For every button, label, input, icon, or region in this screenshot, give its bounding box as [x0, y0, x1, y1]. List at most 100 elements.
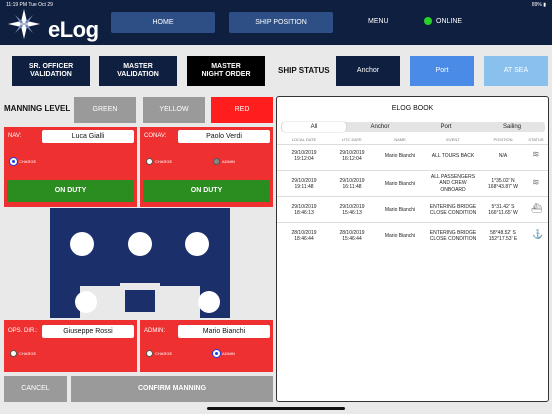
app-logo: eLog [8, 9, 128, 42]
cell-position: N/A [498, 153, 508, 159]
cell-event: ENTERING BRIDGE CLOSE CONDITION [429, 230, 477, 243]
cell-local-date: 29/10/2019 19:11:48 [291, 178, 317, 191]
nav-on-duty-button[interactable]: ON DUTY [7, 180, 134, 202]
master-night-order-button[interactable]: MASTER NIGHT ORDER [187, 56, 265, 86]
tab-sailing[interactable]: Sailing [480, 122, 544, 132]
wave-icon: ≋ [532, 177, 540, 187]
table-row[interactable]: 29/10/2019 18:46:13 29/10/2019 15:46:13 … [277, 196, 548, 222]
conav-admin-label: ADMIN [222, 159, 235, 164]
cell-event: ALL PASSENGERS AND CREW ONBOARD [430, 174, 476, 193]
conav-on-duty-button[interactable]: ON DUTY [143, 180, 270, 202]
cell-name: Mario Bianchi [384, 181, 416, 187]
anchor-button[interactable]: Anchor [336, 56, 400, 86]
tab-all[interactable]: All [282, 122, 346, 132]
table-row[interactable]: 28/10/2019 18:46:44 28/10/2019 15:46:44 … [277, 222, 548, 248]
nav-charge-label: CHARGE [19, 159, 37, 164]
app-name: eLog [48, 17, 99, 42]
cell-event: ALL TOURS BACK [431, 153, 475, 159]
status-battery: 89% ▮ [531, 2, 546, 8]
col-utc-date: UTC DATE [342, 137, 362, 142]
ship-position-button[interactable]: SHIP POSITION [229, 12, 333, 33]
elog-book-title: ELOG BOOK [391, 105, 434, 112]
manning-green-button[interactable]: GREEN [74, 97, 136, 123]
admin-label: ADMIN: [144, 328, 165, 334]
elog-filter-tabs: All Anchor Port Sailing [281, 122, 545, 132]
cell-utc-date: 29/10/2019 16:11:48 [339, 178, 365, 191]
cell-local-date: 29/10/2019 19:12:04 [291, 150, 317, 163]
position-marker[interactable] [75, 291, 97, 313]
ops-charge-label: CHARGE [19, 351, 37, 356]
conav-charge-label: CHARGE [155, 159, 173, 164]
sr-officer-validation-button[interactable]: SR. OFFICER VALIDATION [12, 56, 90, 86]
col-name: NAME [394, 137, 406, 142]
conav-admin-radio[interactable] [213, 158, 220, 165]
compass-icon [8, 9, 40, 39]
conav-charge-radio[interactable] [146, 158, 153, 165]
admin-admin-label: ADMIN [222, 351, 235, 356]
nav-label: NAV: [8, 133, 22, 139]
nav-charge-radio[interactable] [10, 158, 17, 165]
cell-event: ENTERING BRIDGE CLOSE CONDITION [429, 204, 477, 217]
table-row[interactable]: 29/10/2019 19:11:48 29/10/2019 16:11:48 … [277, 170, 548, 196]
ops-charge-radio[interactable] [10, 350, 17, 357]
cell-utc-date: 28/10/2019 15:46:44 [339, 230, 365, 243]
cell-local-date: 28/10/2019 18:46:44 [291, 230, 317, 243]
wave-icon: ≋ [532, 149, 540, 159]
status-time: 11:19 PM Tue Oct 29 [6, 2, 53, 8]
col-position: POSITION [493, 137, 513, 142]
position-marker[interactable] [198, 291, 220, 313]
battery-level: 89% [531, 2, 542, 8]
col-event: EVENT [446, 137, 460, 142]
conav-label: CONAV: [144, 133, 167, 139]
cell-position: 58°48.52' S 152°17.53' E [488, 230, 518, 243]
time: 11:19 PM [6, 2, 28, 8]
tab-port[interactable]: Port [414, 122, 478, 132]
nav-panel: NAV: Luca Gialli CHARGE ON DUTY [4, 127, 137, 207]
table-row[interactable]: 29/10/2019 19:12:04 29/10/2019 16:12:04 … [277, 144, 548, 170]
admin-name-field[interactable]: Mario Bianchi [178, 325, 270, 338]
at-sea-button[interactable]: AT SEA [484, 56, 548, 86]
ship-diagram [50, 208, 230, 318]
admin-charge-radio[interactable] [146, 350, 153, 357]
menu-button[interactable]: MENU [368, 18, 389, 25]
cancel-button[interactable]: CANCEL [4, 376, 67, 402]
manning-red-button[interactable]: RED [211, 97, 273, 123]
cell-utc-date: 29/10/2019 16:12:04 [339, 150, 365, 163]
cell-position: 5°31.42' S 166°11.65' W [488, 204, 518, 217]
col-status: STATUS [528, 137, 544, 142]
cell-name: Mario Bianchi [384, 207, 416, 213]
position-marker[interactable] [185, 232, 209, 256]
anchor-icon: ⚓ [532, 229, 544, 239]
online-status: ONLINE [436, 18, 463, 25]
admin-admin-radio[interactable] [213, 350, 220, 357]
admin-panel: ADMIN: Mario Bianchi CHARGE ADMIN [140, 320, 273, 372]
confirm-manning-button[interactable]: CONFIRM MANNING [71, 376, 273, 402]
position-marker[interactable] [70, 232, 94, 256]
top-bar: 11:19 PM Tue Oct 29 89% ▮ eLog HOME SHIP… [0, 0, 552, 45]
ship-status-label: SHIP STATUS [278, 66, 330, 75]
ops-dir-panel: OPS. DIR.: Giuseppe Rossi CHARGE [4, 320, 137, 372]
home-button[interactable]: HOME [111, 12, 215, 33]
master-validation-button[interactable]: MASTER VALIDATION [99, 56, 177, 86]
home-indicator[interactable] [207, 407, 345, 410]
ops-dir-label: OPS. DIR.: [8, 328, 38, 334]
ops-dir-name-field[interactable]: Giuseppe Rossi [42, 325, 134, 338]
tab-anchor[interactable]: Anchor [348, 122, 412, 132]
col-local-date: LOCAL DATE [291, 137, 317, 142]
admin-charge-label: CHARGE [155, 351, 173, 356]
cell-utc-date: 29/10/2019 15:46:13 [339, 204, 365, 217]
cell-position: 1°35.02' N 168°43.87' W [488, 178, 518, 191]
cell-name: Mario Bianchi [384, 233, 416, 239]
cell-local-date: 29/10/2019 18:46:13 [291, 204, 317, 217]
manning-yellow-button[interactable]: YELLOW [143, 97, 205, 123]
manning-level-label: MANNING LEVEL [4, 104, 71, 113]
cell-name: Mario Bianchi [384, 153, 416, 159]
conav-panel: CONAV: Paolo Verdi CHARGE ADMIN ON DUTY [140, 127, 273, 207]
elog-book-panel: ELOG BOOK All Anchor Port Sailing LOCAL … [276, 96, 549, 402]
ship-icon: ⛴ [531, 203, 543, 213]
online-indicator-icon [424, 17, 432, 25]
conav-name-field[interactable]: Paolo Verdi [178, 130, 270, 143]
position-marker[interactable] [128, 232, 152, 256]
port-button[interactable]: Port [410, 56, 474, 86]
nav-name-field[interactable]: Luca Gialli [42, 130, 134, 143]
